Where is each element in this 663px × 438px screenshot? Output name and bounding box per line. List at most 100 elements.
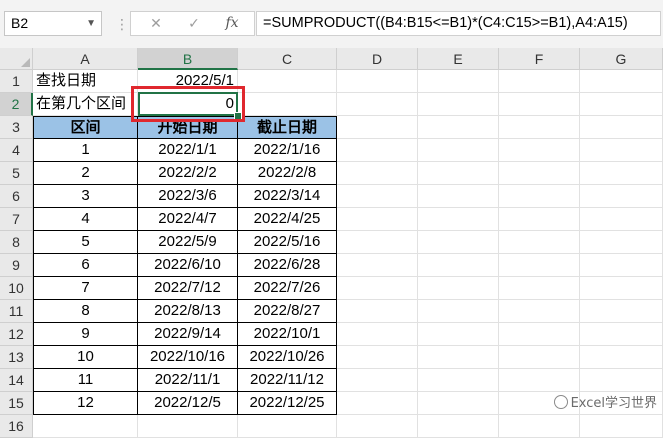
cell-a2[interactable]: 在第几个区间 xyxy=(33,93,138,116)
cell-f14[interactable] xyxy=(499,369,580,392)
cell-a9[interactable]: 6 xyxy=(33,254,138,277)
cell-f8[interactable] xyxy=(499,231,580,254)
cell-c9[interactable]: 2022/6/28 xyxy=(238,254,337,277)
table-header-c3[interactable]: 截止日期 xyxy=(238,116,337,139)
cell-f3[interactable] xyxy=(499,116,580,139)
cell-d14[interactable] xyxy=(337,369,418,392)
cell-g5[interactable] xyxy=(580,162,663,185)
cell-e3[interactable] xyxy=(418,116,499,139)
cell-b2[interactable]: 0 xyxy=(138,93,238,116)
cell-f6[interactable] xyxy=(499,185,580,208)
more-options-icon[interactable]: ⋮ xyxy=(115,12,129,36)
cell-d16[interactable] xyxy=(337,415,418,438)
cell-b4[interactable]: 2022/1/1 xyxy=(138,139,238,162)
cell-c15[interactable]: 2022/12/25 xyxy=(238,392,337,415)
column-header-b[interactable]: B xyxy=(138,48,238,70)
cell-c12[interactable]: 2022/10/1 xyxy=(238,323,337,346)
cell-b5[interactable]: 2022/2/2 xyxy=(138,162,238,185)
cell-d5[interactable] xyxy=(337,162,418,185)
cell-a11[interactable]: 8 xyxy=(33,300,138,323)
cell-b6[interactable]: 2022/3/6 xyxy=(138,185,238,208)
cell-d11[interactable] xyxy=(337,300,418,323)
cell-g10[interactable] xyxy=(580,277,663,300)
cell-b16[interactable] xyxy=(138,415,238,438)
cell-f11[interactable] xyxy=(499,300,580,323)
cell-g6[interactable] xyxy=(580,185,663,208)
row-header-14[interactable]: 14 xyxy=(0,369,33,392)
formula-input[interactable]: =SUMPRODUCT((B4:B15<=B1)*(C4:C15>=B1),A4… xyxy=(256,11,661,36)
cell-d8[interactable] xyxy=(337,231,418,254)
column-header-d[interactable]: D xyxy=(337,48,418,70)
column-header-e[interactable]: E xyxy=(418,48,499,70)
cell-f1[interactable] xyxy=(499,70,580,93)
row-header-3[interactable]: 3 xyxy=(0,116,33,139)
cell-a10[interactable]: 7 xyxy=(33,277,138,300)
cell-g2[interactable] xyxy=(580,93,663,116)
cell-d1[interactable] xyxy=(337,70,418,93)
row-header-16[interactable]: 16 xyxy=(0,415,33,438)
row-header-15[interactable]: 15 xyxy=(0,392,33,415)
cell-e6[interactable] xyxy=(418,185,499,208)
row-header-2[interactable]: 2 xyxy=(0,93,33,116)
cell-g13[interactable] xyxy=(580,346,663,369)
cell-b8[interactable]: 2022/5/9 xyxy=(138,231,238,254)
cell-g16[interactable] xyxy=(580,415,663,438)
row-header-6[interactable]: 6 xyxy=(0,185,33,208)
cell-e12[interactable] xyxy=(418,323,499,346)
cell-d2[interactable] xyxy=(337,93,418,116)
cell-e5[interactable] xyxy=(418,162,499,185)
cell-e4[interactable] xyxy=(418,139,499,162)
cell-e14[interactable] xyxy=(418,369,499,392)
cell-e8[interactable] xyxy=(418,231,499,254)
cell-c4[interactable]: 2022/1/16 xyxy=(238,139,337,162)
cell-c2[interactable] xyxy=(238,93,337,116)
cell-e2[interactable] xyxy=(418,93,499,116)
cell-d12[interactable] xyxy=(337,323,418,346)
cell-c6[interactable]: 2022/3/14 xyxy=(238,185,337,208)
cell-f5[interactable] xyxy=(499,162,580,185)
cell-b1[interactable]: 2022/5/1 xyxy=(138,70,238,93)
cell-f2[interactable] xyxy=(499,93,580,116)
cell-d9[interactable] xyxy=(337,254,418,277)
select-all-button[interactable] xyxy=(0,48,33,70)
chevron-down-icon[interactable]: ▼ xyxy=(86,12,96,35)
cell-a1[interactable]: 查找日期 xyxy=(33,70,138,93)
cell-f7[interactable] xyxy=(499,208,580,231)
row-header-9[interactable]: 9 xyxy=(0,254,33,277)
cell-c13[interactable]: 2022/10/26 xyxy=(238,346,337,369)
cell-e7[interactable] xyxy=(418,208,499,231)
row-header-12[interactable]: 12 xyxy=(0,323,33,346)
cell-b7[interactable]: 2022/4/7 xyxy=(138,208,238,231)
cell-d10[interactable] xyxy=(337,277,418,300)
cell-f4[interactable] xyxy=(499,139,580,162)
cell-g7[interactable] xyxy=(580,208,663,231)
cell-c16[interactable] xyxy=(238,415,337,438)
cell-f12[interactable] xyxy=(499,323,580,346)
cell-a12[interactable]: 9 xyxy=(33,323,138,346)
cell-c8[interactable]: 2022/5/16 xyxy=(238,231,337,254)
row-header-5[interactable]: 5 xyxy=(0,162,33,185)
cell-d15[interactable] xyxy=(337,392,418,415)
cell-b9[interactable]: 2022/6/10 xyxy=(138,254,238,277)
cell-d3[interactable] xyxy=(337,116,418,139)
cell-g3[interactable] xyxy=(580,116,663,139)
cell-a14[interactable]: 11 xyxy=(33,369,138,392)
cell-f16[interactable] xyxy=(499,415,580,438)
cell-g4[interactable] xyxy=(580,139,663,162)
cell-g14[interactable] xyxy=(580,369,663,392)
cell-a16[interactable] xyxy=(33,415,138,438)
enter-icon[interactable]: ✓ xyxy=(179,12,209,35)
cell-e1[interactable] xyxy=(418,70,499,93)
cell-b13[interactable]: 2022/10/16 xyxy=(138,346,238,369)
cell-g8[interactable] xyxy=(580,231,663,254)
row-header-10[interactable]: 10 xyxy=(0,277,33,300)
row-header-13[interactable]: 13 xyxy=(0,346,33,369)
cell-b12[interactable]: 2022/9/14 xyxy=(138,323,238,346)
cell-e9[interactable] xyxy=(418,254,499,277)
column-header-f[interactable]: F xyxy=(499,48,580,70)
cell-d7[interactable] xyxy=(337,208,418,231)
row-header-1[interactable]: 1 xyxy=(0,70,33,93)
cell-c14[interactable]: 2022/11/12 xyxy=(238,369,337,392)
cell-b15[interactable]: 2022/12/5 xyxy=(138,392,238,415)
table-header-b3[interactable]: 开始日期 xyxy=(138,116,238,139)
